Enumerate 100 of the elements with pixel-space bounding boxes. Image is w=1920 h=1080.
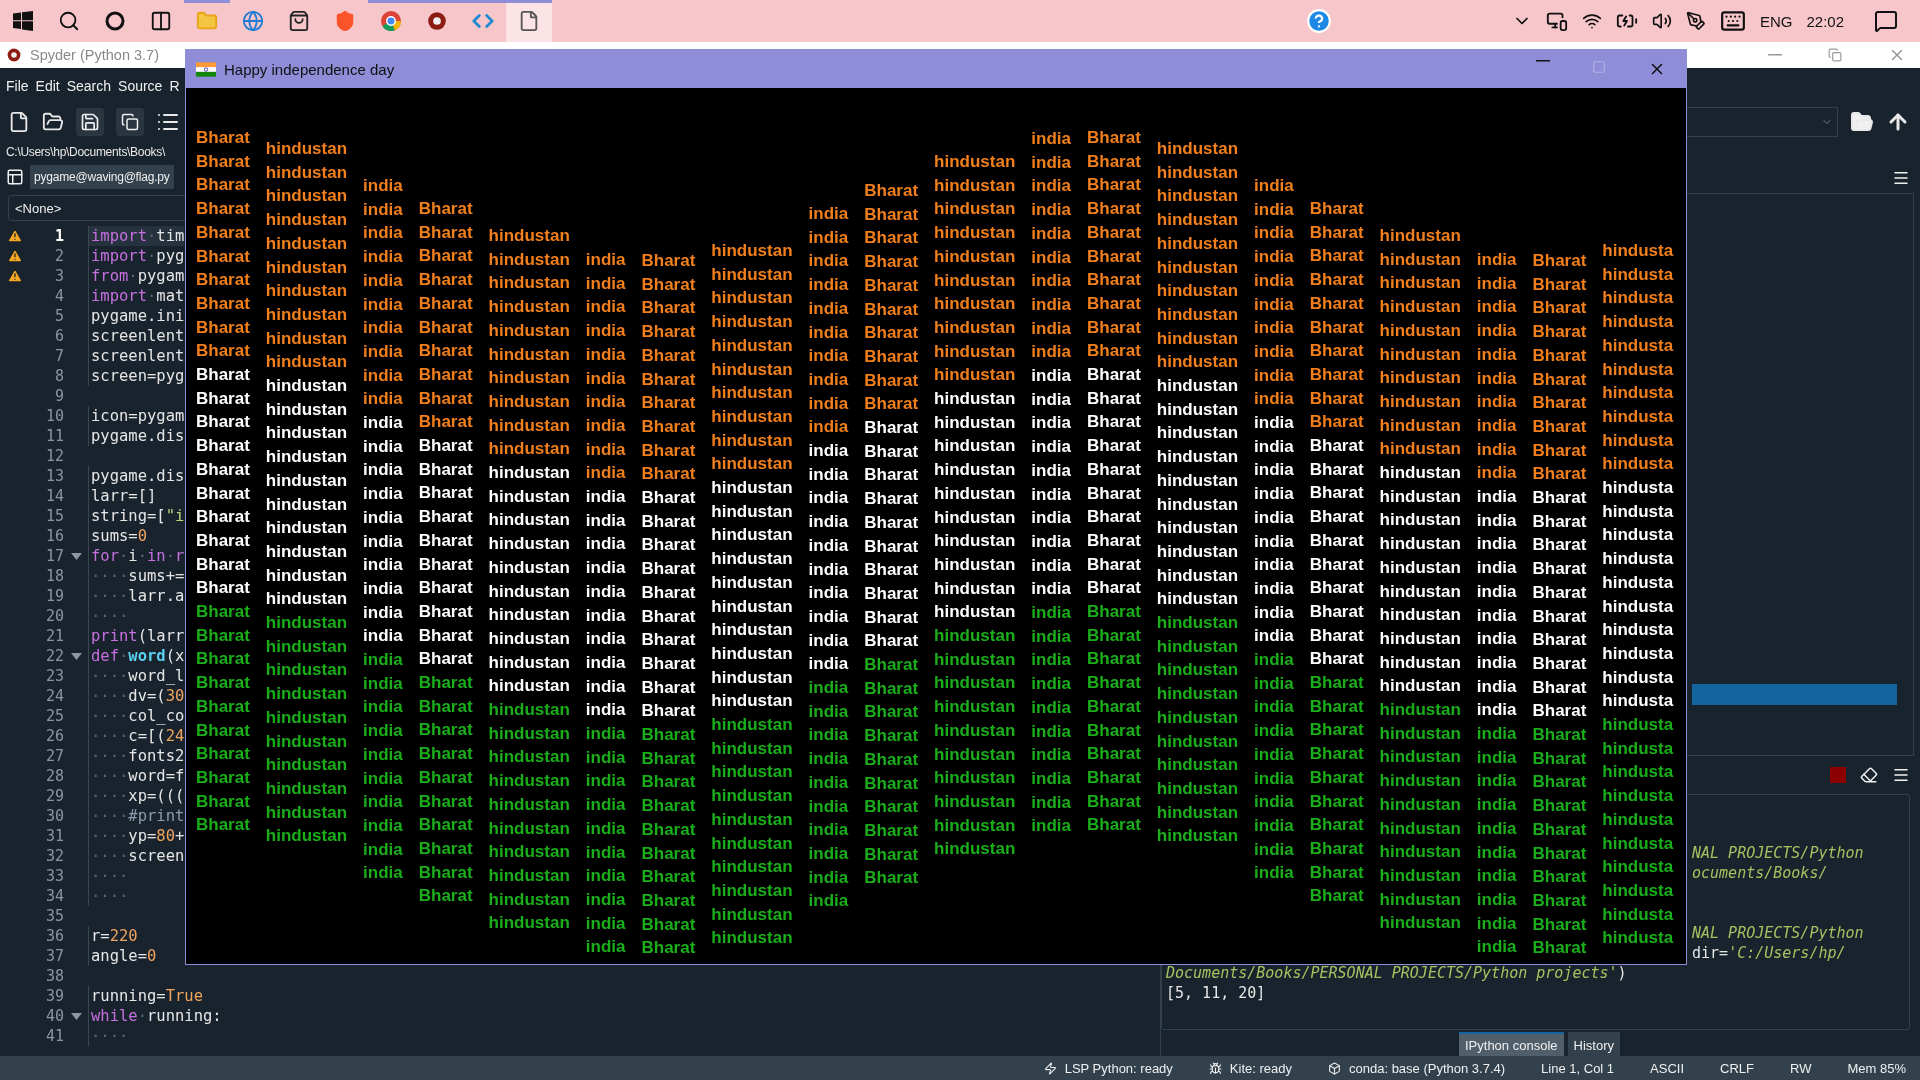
- save-button[interactable]: [76, 107, 104, 136]
- keyboard-icon[interactable]: [1719, 8, 1746, 34]
- word-text: hindustan: [934, 198, 1016, 221]
- word-text: india: [1254, 862, 1294, 885]
- word-text: hindustan: [265, 801, 348, 824]
- word-text: Bharat: [641, 747, 696, 770]
- word-text: india: [808, 724, 849, 747]
- word-text: Bharat: [864, 820, 919, 842]
- word-text: hindustan: [1156, 375, 1239, 398]
- word-text: hindustan: [1379, 793, 1461, 816]
- word-text: hindustan: [1379, 604, 1461, 627]
- code-line: ····yp=80+: [88, 826, 185, 846]
- word-text: hindusta: [1602, 832, 1674, 855]
- directory-field[interactable]: [1686, 106, 1838, 137]
- word-text: india: [808, 487, 849, 510]
- word-text: hindustan: [934, 530, 1016, 553]
- word-text: Bharat: [1532, 273, 1587, 296]
- word-text: hindustan: [1379, 414, 1461, 437]
- word-text: Bharat: [196, 814, 250, 837]
- eraser-icon[interactable]: [1860, 766, 1878, 784]
- word-text: hindustan: [711, 334, 793, 357]
- taskbar-app-button[interactable]: [506, 0, 552, 42]
- word-text: india: [808, 558, 849, 581]
- word-text: Bharat: [1309, 553, 1364, 576]
- word-text: india: [1476, 557, 1517, 580]
- word-text: hindustan: [934, 340, 1016, 363]
- new-file-icon[interactable]: [8, 110, 30, 133]
- word-text: Bharat: [418, 482, 473, 505]
- volume-icon[interactable]: [1651, 11, 1672, 31]
- menu-icon[interactable]: [1892, 766, 1910, 784]
- word-text: Bharat: [1309, 577, 1364, 600]
- word-text: india: [363, 364, 403, 387]
- file-tab[interactable]: pygame@waving@flag.py: [30, 164, 174, 189]
- word-text: india: [363, 791, 403, 814]
- word-text: india: [1476, 865, 1517, 888]
- pen-icon[interactable]: [1685, 11, 1706, 31]
- word-text: india: [363, 269, 403, 292]
- word-text: Bharat: [641, 558, 696, 581]
- word-text: india: [1476, 817, 1517, 840]
- word-text: hindustan: [711, 666, 793, 689]
- menu-item[interactable]: Search: [66, 77, 112, 94]
- line-number: 11: [44, 427, 64, 445]
- word-text: Bharat: [196, 648, 250, 671]
- menu-icon[interactable]: [1892, 169, 1910, 187]
- panel-tab[interactable]: IPython console: [1459, 1032, 1564, 1056]
- folder-open-icon[interactable]: [1850, 109, 1874, 134]
- word-text: Bharat: [1309, 648, 1364, 671]
- code-line: ····#print: [88, 806, 185, 826]
- word-text: hindustan: [1379, 390, 1461, 413]
- code-line: screenlent: [88, 346, 185, 366]
- word-text: hindustan: [265, 517, 348, 540]
- clock[interactable]: 22:02: [1806, 12, 1844, 30]
- word-text: india: [1031, 483, 1071, 506]
- menu-item[interactable]: File: [6, 77, 29, 94]
- menu-item[interactable]: Source: [118, 77, 163, 94]
- language-indicator[interactable]: ENG: [1759, 12, 1793, 30]
- word-text: Bharat: [196, 695, 250, 718]
- word-text: india: [1031, 222, 1071, 245]
- word-text: india: [585, 770, 626, 793]
- fold-arrow-icon[interactable]: [70, 552, 82, 560]
- panel-tab[interactable]: History: [1567, 1032, 1620, 1056]
- line-number: 3: [53, 267, 64, 285]
- word-text: hindustan: [934, 269, 1016, 292]
- word-text: india: [808, 866, 849, 889]
- word-text: india: [1476, 580, 1517, 603]
- outline-selector[interactable]: <None>: [8, 195, 188, 221]
- screen-sync-icon[interactable]: [1545, 10, 1568, 32]
- word-text: Bharat: [418, 269, 473, 292]
- word-text: hindustan: [934, 316, 1016, 339]
- word-text: india: [808, 511, 849, 534]
- restore-button[interactable]: [1828, 46, 1842, 64]
- word-text: india: [808, 534, 849, 557]
- search-icon: [58, 10, 80, 32]
- word-text: hindustan: [265, 493, 348, 516]
- folder-open-icon[interactable]: [42, 110, 64, 133]
- word-text: hindustan: [488, 841, 570, 864]
- status-text: RW: [1790, 1060, 1812, 1076]
- word-text: hindusta: [1602, 571, 1674, 594]
- wifi-icon[interactable]: [1581, 11, 1602, 31]
- save-all-button[interactable]: [116, 107, 144, 136]
- line-number: 41: [44, 1027, 64, 1045]
- browse-tabs-button[interactable]: [6, 167, 24, 186]
- word-text: india: [585, 628, 626, 651]
- line-number: 37: [44, 947, 64, 965]
- fold-arrow-icon[interactable]: [70, 1012, 82, 1020]
- fold-arrow-icon[interactable]: [70, 652, 82, 660]
- word-text: Bharat: [196, 198, 250, 221]
- word-text: india: [585, 889, 626, 911]
- code-line: import·pyg: [88, 246, 185, 266]
- notification-icon[interactable]: [1874, 9, 1898, 33]
- word-text: Bharat: [1532, 534, 1587, 557]
- menu-item[interactable]: R: [169, 77, 180, 94]
- line-number: 12: [44, 447, 64, 465]
- menu-item[interactable]: Edit: [35, 77, 60, 94]
- word-text: hindustan: [1379, 746, 1461, 769]
- word-text: Bharat: [864, 843, 919, 866]
- line-number: 26: [44, 727, 64, 745]
- word-text: india: [363, 412, 403, 435]
- word-text: india: [1476, 651, 1517, 674]
- windows-logo-icon[interactable]: [13, 11, 33, 31]
